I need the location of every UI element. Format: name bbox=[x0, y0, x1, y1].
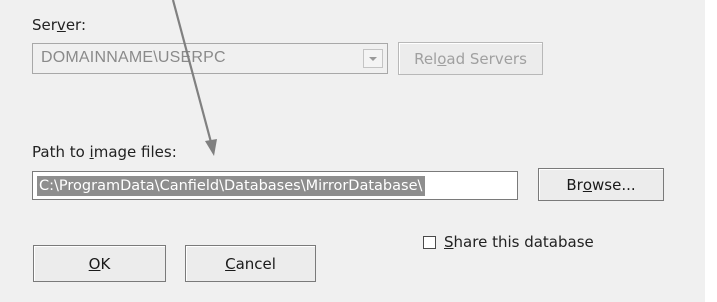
arrow-head bbox=[205, 139, 217, 156]
pointer-arrow-icon bbox=[171, 0, 217, 156]
database-settings-dialog: Server: DOMAINNAME\USERPC Rel o ad Servers… bbox=[0, 0, 717, 302]
arrow-shaft bbox=[171, 0, 214, 147]
